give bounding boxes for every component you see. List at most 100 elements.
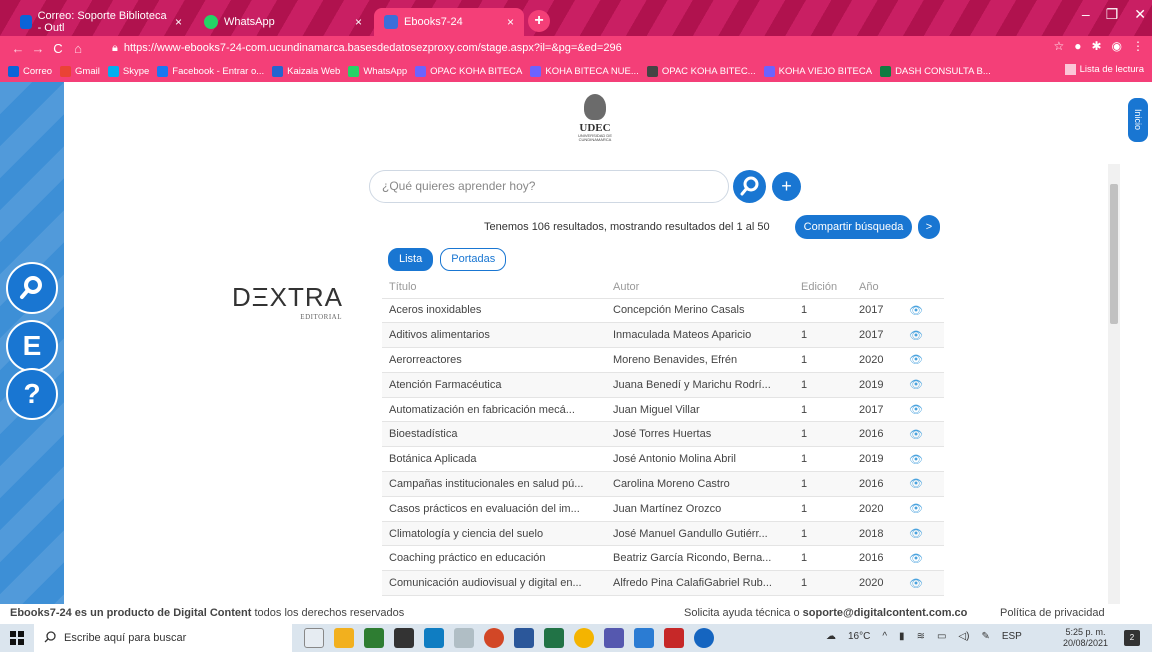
advanced-search-button[interactable]: +	[772, 172, 801, 201]
book-title[interactable]: Casos prácticos en evaluación del im...	[382, 496, 606, 522]
table-row[interactable]: Atención Farmacéutica Juana Benedí y Mari…	[382, 372, 944, 398]
view-book-button[interactable]: 👁︎	[902, 421, 944, 448]
menu-icon[interactable]: ⋮	[1132, 39, 1144, 53]
task-view-icon[interactable]	[304, 628, 324, 648]
url-field[interactable]: 🔒︎ https://www-ebooks7-24-com.ucundinama…	[112, 39, 1042, 57]
view-book-button[interactable]: 👁︎	[902, 471, 944, 497]
book-title[interactable]: Automatización en fabricación mecá...	[382, 397, 606, 423]
temperature[interactable]: 16°C	[848, 631, 870, 642]
tab-whatsapp[interactable]: WhatsApp ×	[194, 8, 372, 36]
table-row[interactable]: Aerorreactores Moreno Benavides, Efrén 1 20…	[382, 347, 944, 373]
close-tab-icon[interactable]: ×	[175, 15, 182, 29]
bookmark-item[interactable]: OPAC KOHA BITECA	[415, 65, 530, 77]
bookmark-item[interactable]: Skype	[107, 65, 157, 77]
view-book-button[interactable]: 👁︎	[902, 298, 944, 324]
privacy-link[interactable]: Política de privacidad	[1000, 607, 1105, 619]
battery-icon[interactable]: ▭	[937, 631, 946, 642]
app-icon[interactable]	[454, 628, 474, 648]
minimize-icon[interactable]: –	[1082, 6, 1090, 23]
table-row[interactable]: Campañas institucionales en salud pú... C…	[382, 471, 944, 497]
book-title[interactable]: Climatología y ciencia del suelo	[382, 521, 606, 547]
language-indicator[interactable]: ESP	[1002, 631, 1022, 642]
table-row[interactable]: Comunicación audiovisual y digital en...…	[382, 570, 944, 597]
bookmark-item[interactable]: OPAC KOHA BITEC...	[646, 65, 764, 77]
table-row[interactable]: Bioestadística José Torres Huertas 1 2016 👁︎	[382, 421, 944, 448]
reload-icon[interactable]: C	[48, 41, 68, 56]
back-icon[interactable]: ←	[8, 41, 28, 56]
next-page-button[interactable]: >	[918, 215, 940, 239]
taskbar-clock[interactable]: 5:25 p. m. 20/08/2021	[1063, 627, 1108, 649]
taskbar-search[interactable]: Escribe aquí para buscar	[34, 624, 292, 652]
tab-ebooks[interactable]: Ebooks7-24 ×	[374, 8, 524, 36]
bookmark-item[interactable]: DASH CONSULTA B...	[880, 65, 999, 77]
table-row[interactable]: Climatología y ciencia del suelo José Man…	[382, 521, 944, 547]
star-icon[interactable]: ☆	[1053, 39, 1064, 53]
tab-covers[interactable]: Portadas	[440, 248, 507, 271]
mic-icon[interactable]: ▮	[899, 631, 905, 642]
volume-icon[interactable]: ◁)	[958, 631, 969, 642]
file-explorer-icon[interactable]	[334, 628, 354, 648]
inicio-button[interactable]: Inicio	[1128, 98, 1148, 142]
search-sidebar-button[interactable]	[6, 262, 58, 314]
book-title[interactable]: Aditivos alimentarios	[382, 322, 606, 349]
bookmark-item[interactable]: Correo	[8, 65, 60, 77]
excel-icon[interactable]	[544, 628, 564, 648]
table-row[interactable]: Automatización en fabricación mecá... Jua…	[382, 397, 944, 423]
calculator-icon[interactable]	[364, 628, 384, 648]
help-sidebar-button[interactable]: ?	[6, 368, 58, 420]
support-email-link[interactable]: soporte@digitalcontent.com.co	[803, 607, 968, 619]
bookmark-item[interactable]: Kaizala Web	[272, 65, 348, 77]
bookmark-item[interactable]: KOHA BITECA NUE...	[530, 65, 646, 77]
table-row[interactable]: Coaching práctico en educación Beatriz Ga…	[382, 545, 944, 572]
header-year[interactable]: Año	[852, 276, 902, 299]
header-edition[interactable]: Edición	[794, 276, 852, 299]
table-row[interactable]: Aceros inoxidables Concepción Merino Casa…	[382, 298, 944, 324]
tab-list[interactable]: Lista	[388, 248, 434, 271]
word-icon[interactable]	[514, 628, 534, 648]
profile-icon[interactable]: ◉	[1112, 39, 1122, 53]
maximize-icon[interactable]: ❐	[1106, 6, 1119, 23]
book-title[interactable]: Botánica Aplicada	[382, 446, 606, 473]
filezilla-icon[interactable]	[664, 628, 684, 648]
header-author[interactable]: Autor	[606, 276, 794, 299]
book-title[interactable]: Aceros inoxidables	[382, 298, 606, 324]
scrollbar-thumb[interactable]	[1110, 184, 1118, 324]
close-tab-icon[interactable]: ×	[507, 15, 514, 29]
chrome-icon[interactable]	[574, 628, 594, 648]
header-title[interactable]: Título	[382, 276, 606, 299]
scrollbar[interactable]	[1108, 164, 1120, 604]
search-button[interactable]	[733, 170, 766, 203]
view-book-button[interactable]: 👁︎	[902, 545, 944, 572]
search-input[interactable]: ¿Qué quieres aprender hoy?	[369, 170, 729, 203]
view-book-button[interactable]: 👁︎	[902, 347, 944, 373]
app-icon[interactable]	[694, 628, 714, 648]
book-title[interactable]: Atención Farmacéutica	[382, 372, 606, 398]
ebooks-sidebar-button[interactable]: E	[6, 320, 58, 372]
reading-list-button[interactable]: Lista de lectura	[1064, 64, 1144, 75]
app-icon[interactable]	[634, 628, 654, 648]
book-title[interactable]: Aerorreactores	[382, 347, 606, 373]
table-row[interactable]: Aditivos alimentarios Inmaculada Mateos A…	[382, 322, 944, 349]
app-icon[interactable]	[394, 628, 414, 648]
book-title[interactable]: Coaching práctico en educación	[382, 545, 606, 572]
windows-start-icon[interactable]	[10, 631, 24, 645]
table-row[interactable]: Casos prácticos en evaluación del im... J…	[382, 496, 944, 522]
close-window-icon[interactable]: ✕	[1134, 6, 1146, 23]
bookmark-item[interactable]: WhatsApp	[348, 65, 415, 77]
teams-icon[interactable]	[604, 628, 624, 648]
view-book-button[interactable]: 👁︎	[902, 496, 944, 522]
pen-icon[interactable]: ✎	[981, 631, 989, 642]
book-title[interactable]: Campañas institucionales en salud pú...	[382, 471, 606, 497]
powerpoint-icon[interactable]	[484, 628, 504, 648]
app-icon[interactable]	[424, 628, 444, 648]
notifications-icon[interactable]: 2	[1124, 630, 1140, 646]
bookmark-item[interactable]: Facebook - Entrar o...	[157, 65, 272, 77]
view-book-button[interactable]: 👁︎	[902, 446, 944, 473]
view-book-button[interactable]: 👁︎	[902, 372, 944, 398]
view-book-button[interactable]: 👁︎	[902, 397, 944, 423]
bookmark-item[interactable]: KOHA VIEJO BITECA	[763, 65, 880, 77]
wifi-icon[interactable]: ≋	[917, 631, 925, 642]
bookmark-item[interactable]: Gmail	[60, 65, 108, 77]
new-tab-button[interactable]: +	[528, 10, 550, 32]
share-search-button[interactable]: Compartir búsqueda	[795, 215, 912, 239]
